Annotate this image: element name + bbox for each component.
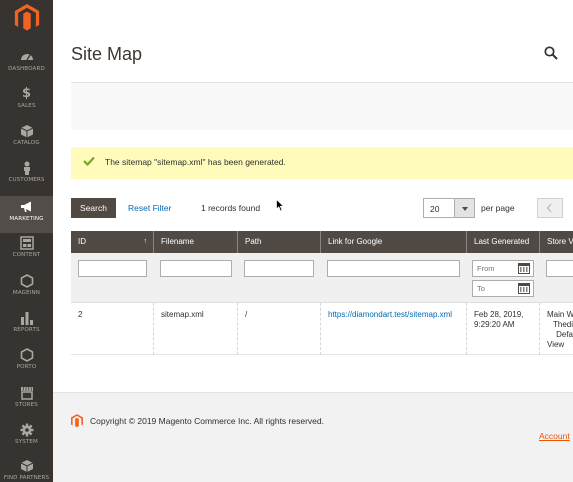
- cube-icon: [20, 125, 33, 138]
- search-button[interactable]: Search: [71, 198, 116, 218]
- sidebar-item-label: DASHBOARD: [8, 66, 45, 72]
- megaphone-icon: [20, 201, 31, 212]
- dashboard-icon: [20, 54, 33, 61]
- records-found-count: 1 records found: [201, 203, 261, 213]
- cell-link: https://diamondart.test/sitemap.xml: [320, 303, 466, 355]
- table-row[interactable]: 2 sitemap.xml / https://diamondart.test/…: [71, 303, 573, 355]
- filter-filename-input[interactable]: [160, 260, 232, 277]
- previous-page-button[interactable]: [537, 198, 563, 218]
- account-activity-link[interactable]: Account: [539, 431, 570, 441]
- person-icon: [23, 161, 30, 175]
- sidebar-item-label: FIND PARTNERS: [3, 475, 50, 481]
- column-header-filename[interactable]: Filename: [153, 231, 237, 253]
- sidebar-item-customers[interactable]: CUSTOMERS: [0, 161, 53, 198]
- filter-id-input[interactable]: [78, 260, 147, 277]
- filter-path-input[interactable]: [244, 260, 314, 277]
- sidebar-item-label: REPORTS: [13, 327, 40, 333]
- sidebar-item-label: CONTENT: [12, 252, 41, 258]
- success-message: The sitemap "sitemap.xml" has been gener…: [71, 147, 573, 179]
- bar-chart-icon: [20, 312, 33, 325]
- sidebar-item-system[interactable]: SYSTEM: [0, 423, 53, 460]
- sidebar-item-dashboard[interactable]: DASHBOARD: [0, 50, 53, 87]
- mouse-cursor-icon: [276, 199, 284, 212]
- per-page-select[interactable]: 20: [423, 198, 475, 218]
- checkmark-icon: [83, 156, 95, 166]
- sidebar-item-label: CUSTOMERS: [8, 177, 45, 183]
- filter-date-from-input[interactable]: From: [472, 260, 534, 277]
- sidebar-item-marketing[interactable]: MARKETING: [0, 196, 53, 233]
- sidebar-item-catalog[interactable]: CATALOG: [0, 124, 53, 161]
- column-header-path[interactable]: Path: [237, 231, 320, 253]
- sidebar-item-mageinn[interactable]: MAGEINN: [0, 274, 53, 311]
- sitemap-google-link[interactable]: https://diamondart.test/sitemap.xml: [328, 310, 452, 319]
- grid-header: ID ↑ Filename Path Link for Google Last …: [71, 231, 573, 253]
- search-icon[interactable]: [544, 46, 558, 60]
- cell-store-view: Main W Thedi Defa View: [539, 303, 573, 355]
- sidebar-item-stores[interactable]: STORES: [0, 386, 53, 423]
- filter-date-to-input[interactable]: To: [472, 280, 534, 297]
- sidebar-item-label: CATALOG: [13, 140, 40, 146]
- magento-logo-icon[interactable]: [14, 4, 40, 32]
- sidebar-item-reports[interactable]: REPORTS: [0, 311, 53, 348]
- sidebar-item-label: PORTO: [16, 364, 37, 370]
- filter-store-view-select[interactable]: [546, 260, 573, 277]
- calendar-icon[interactable]: [518, 263, 530, 274]
- cell-id: 2: [78, 310, 83, 319]
- magento-logo-icon: [71, 414, 83, 428]
- content-icon: [19, 236, 34, 250]
- copyright-text: Copyright © 2019 Magento Commerce Inc. A…: [90, 416, 324, 426]
- chevron-down-icon[interactable]: [454, 199, 474, 217]
- sidebar-item-content[interactable]: CONTENT: [0, 236, 53, 273]
- sort-arrow-icon: ↑: [143, 238, 148, 245]
- per-page-value: 20: [430, 204, 440, 214]
- per-page-label: per page: [481, 203, 515, 213]
- page-actions-bar: [71, 82, 573, 130]
- hexagon-icon: [20, 274, 33, 288]
- sidebar-item-find-partners[interactable]: FIND PARTNERS: [0, 459, 53, 482]
- filter-row: From To: [71, 253, 573, 303]
- sidebar-item-label: MAGEINN: [12, 290, 41, 296]
- sidebar-item-porto[interactable]: PORTO: [0, 348, 53, 385]
- column-header-id[interactable]: ID ↑: [71, 231, 153, 253]
- filter-link-input[interactable]: [327, 260, 460, 277]
- sidebar-item-label: SYSTEM: [15, 439, 38, 445]
- column-header-link-for-google[interactable]: Link for Google: [320, 231, 466, 253]
- store-icon: [20, 386, 33, 400]
- message-text: The sitemap "sitemap.xml" has been gener…: [105, 157, 286, 167]
- date-from-placeholder: From: [477, 264, 495, 273]
- reset-filter-link[interactable]: Reset Filter: [128, 203, 171, 213]
- cell-path: /: [237, 303, 320, 355]
- hexagon-icon: [20, 348, 33, 362]
- calendar-icon[interactable]: [518, 283, 530, 294]
- sidebar-item-label: MARKETING: [9, 216, 44, 222]
- sidebar-item-label: SALES: [17, 103, 36, 109]
- column-header-store-view[interactable]: Store V: [539, 231, 573, 253]
- sidebar-item-sales[interactable]: $ SALES: [0, 87, 53, 124]
- gear-icon: [20, 423, 33, 437]
- admin-sidebar: DASHBOARD $ SALES CATALOG CUSTOMERS MARK…: [0, 0, 53, 482]
- page-footer: Copyright © 2019 Magento Commerce Inc. A…: [53, 392, 573, 482]
- cell-filename: sitemap.xml: [153, 303, 237, 355]
- partners-icon: [20, 460, 33, 472]
- cell-last-generated: Feb 28, 2019, 9:29:20 AM: [466, 303, 539, 355]
- date-to-placeholder: To: [477, 284, 485, 293]
- column-header-last-generated[interactable]: Last Generated: [466, 231, 539, 253]
- sidebar-item-label: STORES: [15, 402, 38, 408]
- dollar-icon: $: [21, 86, 32, 101]
- page-title: Site Map: [71, 44, 143, 64]
